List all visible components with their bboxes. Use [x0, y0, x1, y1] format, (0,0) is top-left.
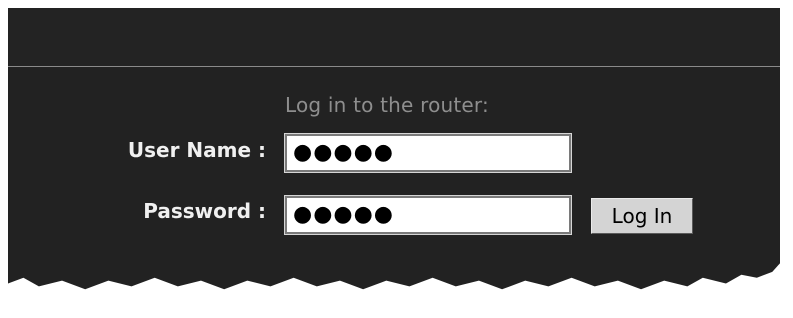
- password-label: Password :: [143, 199, 266, 223]
- username-input[interactable]: ●●●●●: [284, 133, 572, 173]
- header-band: [8, 8, 780, 66]
- header-divider: [8, 66, 780, 67]
- login-button[interactable]: Log In: [591, 198, 693, 234]
- password-input[interactable]: ●●●●●: [284, 195, 572, 235]
- login-panel: Log in to the router: User Name : ●●●●● …: [8, 8, 780, 290]
- username-label: User Name :: [127, 138, 266, 162]
- login-prompt: Log in to the router:: [285, 93, 489, 117]
